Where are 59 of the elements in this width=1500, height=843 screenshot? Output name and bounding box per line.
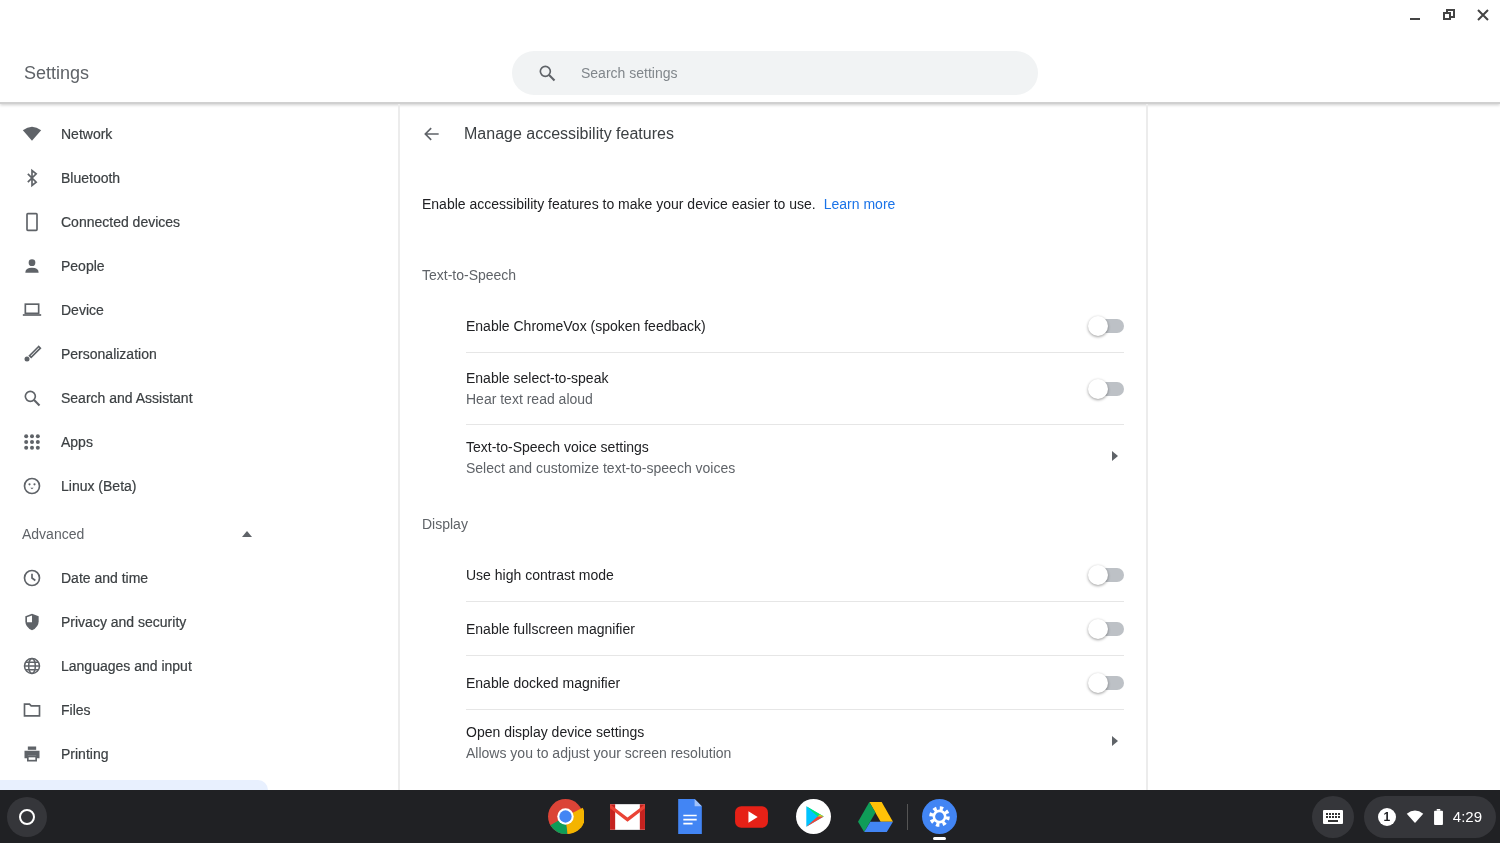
caret-right-icon[interactable] bbox=[1112, 451, 1118, 461]
launcher-button[interactable] bbox=[7, 796, 47, 837]
setting-label: Use high contrast mode bbox=[466, 566, 614, 583]
clock-time: 4:29 bbox=[1452, 808, 1482, 825]
toggle-switch[interactable] bbox=[1088, 315, 1124, 336]
sidebar-item[interactable]: Privacy and security bbox=[0, 600, 398, 644]
section-heading: Text-to-Speech bbox=[422, 267, 518, 285]
battery-icon bbox=[1433, 808, 1443, 825]
close-icon[interactable] bbox=[1476, 8, 1490, 22]
setting-label: Enable docked magnifier bbox=[466, 674, 621, 691]
sidebar-item[interactable]: Files bbox=[0, 688, 398, 732]
page-title: Manage accessibility features bbox=[464, 125, 674, 143]
section-heading: Display bbox=[422, 516, 469, 534]
sidebar-item[interactable]: Date and time bbox=[0, 556, 398, 600]
setting-label: Enable ChromeVox (spoken feedback) bbox=[466, 317, 706, 334]
notification-count: 1 bbox=[1377, 807, 1396, 826]
status-area[interactable]: 1 4:29 bbox=[1363, 795, 1496, 838]
advanced-section-toggle[interactable]: Advanced bbox=[0, 512, 252, 556]
sidebar-item[interactable]: Languages and input bbox=[0, 644, 398, 688]
sidebar-item[interactable]: Connected devices bbox=[0, 200, 398, 244]
globe-icon bbox=[22, 656, 42, 676]
folder-icon bbox=[22, 700, 42, 720]
window-title: Settings bbox=[24, 62, 90, 83]
setting-description: Select and customize text-to-speech voices bbox=[466, 460, 736, 476]
setting-label: Open display device settings bbox=[466, 724, 646, 740]
printer-icon bbox=[22, 744, 42, 764]
toggle-switch[interactable] bbox=[1088, 618, 1124, 639]
apps-grid-icon bbox=[22, 432, 42, 452]
shield-icon bbox=[22, 612, 42, 632]
setting-label: Enable select-to-speak bbox=[466, 370, 609, 386]
sidebar-item[interactable]: Apps bbox=[0, 420, 398, 464]
sidebar-item[interactable]: Network bbox=[0, 112, 398, 156]
person-icon bbox=[22, 256, 42, 276]
learn-more-link[interactable]: Learn more bbox=[823, 196, 896, 212]
sidebar-item[interactable]: Device bbox=[0, 288, 398, 332]
caret-icon bbox=[242, 531, 252, 537]
toggle-switch[interactable] bbox=[1088, 564, 1124, 585]
setting-description: Hear text read aloud bbox=[466, 391, 594, 407]
brush-icon bbox=[22, 344, 42, 364]
toggle-switch[interactable] bbox=[1088, 672, 1124, 693]
penguin-face-icon bbox=[22, 476, 42, 496]
setting-description: Allows you to adjust your screen resolution bbox=[466, 745, 732, 761]
keyboard-icon bbox=[1321, 808, 1344, 825]
sidebar-item[interactable]: Search and Assistant bbox=[0, 376, 398, 420]
search-icon bbox=[22, 388, 42, 408]
search-icon bbox=[537, 63, 557, 83]
restore-icon[interactable] bbox=[1442, 8, 1456, 22]
sidebar-item[interactable]: People bbox=[0, 244, 398, 288]
description-text: Enable accessibility features to make your device easier to use. bbox=[422, 196, 816, 212]
sidebar-item[interactable]: Personalization bbox=[0, 332, 398, 376]
caret-right-icon[interactable] bbox=[1112, 736, 1118, 746]
clock-icon bbox=[22, 568, 42, 588]
sidebar-item[interactable]: Linux (Beta) bbox=[0, 464, 398, 508]
sidebar-item[interactable]: Printing bbox=[0, 732, 398, 776]
search-field[interactable]: Search settings bbox=[512, 51, 1038, 95]
setting-label: Text-to-Speech voice settings bbox=[466, 439, 650, 455]
sidebar-item[interactable]: Bluetooth bbox=[0, 156, 398, 200]
setting-label: Enable fullscreen magnifier bbox=[466, 620, 635, 637]
toggle-switch[interactable] bbox=[1088, 378, 1124, 399]
